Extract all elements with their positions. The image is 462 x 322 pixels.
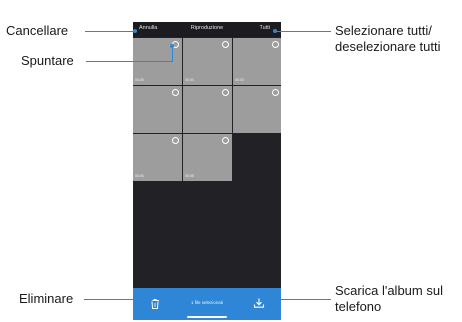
video-duration: 00:04 bbox=[185, 78, 194, 82]
video-duration: 00:05 bbox=[185, 174, 194, 178]
media-thumbnail[interactable]: 00:04 bbox=[183, 38, 232, 85]
callout-select-all-line1: Selezionare tutti/ bbox=[335, 23, 432, 38]
video-duration: 00:03 bbox=[235, 78, 244, 82]
callout-delete: Eliminare bbox=[19, 291, 74, 306]
media-thumbnail[interactable] bbox=[233, 86, 281, 133]
leader-line bbox=[268, 299, 331, 300]
select-circle-icon[interactable] bbox=[222, 137, 229, 144]
leader-line bbox=[85, 31, 134, 32]
leader-dot bbox=[133, 29, 137, 33]
video-duration: 00:06 bbox=[135, 174, 144, 178]
callout-cancel: Cancellare bbox=[6, 23, 69, 38]
media-thumbnail[interactable] bbox=[183, 86, 232, 133]
leader-line bbox=[274, 31, 331, 32]
callout-select-all-line2: deselezionare tutti bbox=[335, 39, 441, 54]
select-circle-icon[interactable] bbox=[222, 41, 229, 48]
callout-check: Spuntare bbox=[21, 53, 74, 68]
download-icon[interactable] bbox=[253, 297, 265, 309]
leader-line bbox=[84, 299, 151, 300]
callout-download-line1: Scarica l'album sul bbox=[335, 283, 443, 298]
leader-dot bbox=[149, 297, 153, 301]
leader-dot bbox=[273, 29, 277, 33]
callout-download-line2: telefono bbox=[335, 299, 382, 314]
home-indicator bbox=[187, 316, 227, 318]
select-circle-icon[interactable] bbox=[222, 89, 229, 96]
select-all-button[interactable]: Tutti bbox=[260, 25, 271, 31]
top-bar: Annulla Riproduzione Tutti bbox=[133, 22, 281, 37]
media-thumbnail[interactable]: 00:05 bbox=[183, 134, 232, 181]
leader-dot bbox=[266, 297, 270, 301]
select-circle-icon[interactable] bbox=[272, 89, 279, 96]
select-circle-icon[interactable] bbox=[272, 41, 279, 48]
media-thumbnail[interactable] bbox=[133, 86, 182, 133]
select-circle-icon[interactable] bbox=[172, 89, 179, 96]
media-thumbnail[interactable]: 00:03 bbox=[233, 38, 281, 85]
leader-dot bbox=[170, 44, 174, 48]
video-duration: 00:05 bbox=[135, 78, 144, 82]
leader-line bbox=[86, 61, 173, 62]
bottom-action-bar: 1 file selezionati bbox=[133, 288, 281, 320]
phone-screen: Annulla Riproduzione Tutti 00:05 00:04 0… bbox=[133, 22, 281, 320]
select-circle-icon[interactable] bbox=[172, 137, 179, 144]
media-thumbnail[interactable]: 00:06 bbox=[133, 134, 182, 181]
